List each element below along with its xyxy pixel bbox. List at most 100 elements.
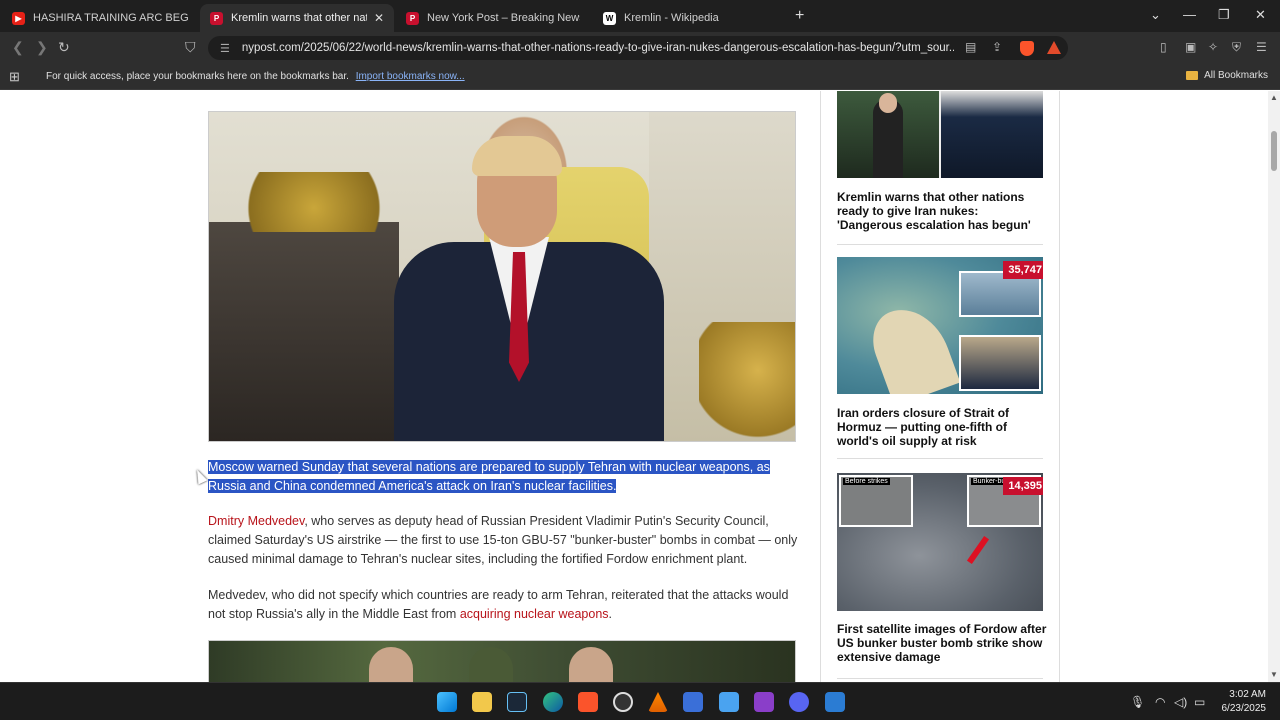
photo-person <box>569 647 613 682</box>
story-title[interactable]: First satellite images of Fordow after U… <box>837 622 1047 664</box>
nypost-icon: P <box>406 11 419 25</box>
back-icon[interactable]: ❮ <box>12 39 24 56</box>
reload-icon[interactable]: ↻ <box>58 39 70 56</box>
bookmark-icon[interactable]: ⛉ <box>185 39 196 56</box>
nypost-icon: P <box>210 11 223 25</box>
photo-gold-table <box>699 322 795 441</box>
related-stories-sidebar: Kremlin warns that other nations ready t… <box>820 91 1060 682</box>
scroll-up-icon[interactable]: ▲ <box>1270 93 1278 102</box>
clipchamp-icon[interactable] <box>754 692 774 712</box>
divider <box>837 458 1043 459</box>
thumb-figure-head <box>879 93 897 113</box>
story-thumbnail[interactable]: 35,747 <box>837 257 1043 394</box>
article-photo-2[interactable] <box>208 640 796 682</box>
wifi-icon[interactable]: ◠ <box>1155 695 1165 709</box>
file-explorer-icon[interactable] <box>472 692 492 712</box>
article-paragraph: Medvedev, who did not specify which coun… <box>208 586 798 624</box>
taskbar: 🎙 ◠ ◁) ▭ 3:02 AM 6/23/2025 <box>0 682 1280 720</box>
microsoft-store-icon[interactable] <box>683 692 703 712</box>
story-thumbnail[interactable]: Before strikes Bunker-bu 14,395 <box>837 473 1043 611</box>
divider <box>837 244 1043 245</box>
forward-icon[interactable]: ❯ <box>36 39 48 56</box>
reader-mode-icon[interactable]: ▤ <box>965 40 976 54</box>
volume-icon[interactable]: ◁) <box>1174 695 1187 709</box>
browser-toolbar: ❮ ❯ ↻ ⛉ ☰ nypost.com/2025/06/22/world-ne… <box>0 32 1280 64</box>
all-bookmarks-button[interactable]: All Bookmarks <box>1186 70 1268 81</box>
clock-time: 3:02 AM <box>1229 689 1266 700</box>
edge-icon[interactable] <box>543 692 563 712</box>
story-title[interactable]: Iran orders closure of Strait of Hormuz … <box>837 406 1047 448</box>
tab-youtube[interactable]: ▶ HASHIRA TRAINING ARC BEGINS!! | E <box>2 4 198 32</box>
word-icon[interactable] <box>825 692 845 712</box>
tab-title: HASHIRA TRAINING ARC BEGINS!! | E <box>33 12 188 24</box>
battery-icon[interactable]: ▭ <box>1194 695 1205 709</box>
obs-icon[interactable] <box>613 692 633 712</box>
article-photo[interactable] <box>208 111 796 442</box>
windows-start-icon[interactable] <box>437 692 457 712</box>
close-tab-icon[interactable]: ✕ <box>368 11 384 25</box>
apps-grid-icon[interactable]: ⊞ <box>9 69 20 85</box>
thumb-press-inset <box>959 335 1041 391</box>
photo-fireplace <box>209 222 399 441</box>
youtube-icon: ▶ <box>12 11 25 25</box>
tab-strip: ▶ HASHIRA TRAINING ARC BEGINS!! | E P Kr… <box>0 0 1280 32</box>
tab-wikipedia[interactable]: W Kremlin - Wikipedia <box>593 4 787 32</box>
share-icon[interactable]: ⇪ <box>992 40 1002 54</box>
thumb-before-inset: Before strikes <box>839 475 913 527</box>
paragraph-end: . <box>608 607 613 621</box>
import-bookmarks-link[interactable]: Import bookmarks now... <box>356 71 465 82</box>
thumb-right <box>941 91 1043 178</box>
notepad-icon[interactable] <box>719 692 739 712</box>
leo-ai-icon[interactable]: ✧ <box>1208 40 1218 54</box>
scroll-down-icon[interactable]: ▼ <box>1270 670 1278 679</box>
tab-search-chevron-icon[interactable]: ⌄ <box>1150 7 1161 23</box>
selected-text[interactable]: Moscow warned Sunday that several nation… <box>208 460 770 493</box>
address-bar[interactable]: ☰ nypost.com/2025/06/22/world-news/kreml… <box>208 36 1068 60</box>
thumb-coastline <box>863 297 961 394</box>
comment-count-badge[interactable]: 35,747 <box>1003 261 1043 279</box>
url-text[interactable]: nypost.com/2025/06/22/world-news/kremlin… <box>242 42 954 54</box>
story-title[interactable]: Kremlin warns that other nations ready t… <box>837 190 1047 232</box>
tab-nypost-home[interactable]: P New York Post – Breaking News, Top <box>396 4 590 32</box>
menu-icon[interactable]: ☰ <box>1256 40 1267 54</box>
tab-title: Kremlin - Wikipedia <box>624 12 719 24</box>
medvedev-link[interactable]: Dmitry Medvedev <box>208 514 304 528</box>
brave-shields-icon[interactable] <box>1020 41 1034 56</box>
thumb-strike-marker <box>966 535 990 565</box>
all-bookmarks-label: All Bookmarks <box>1204 70 1268 81</box>
bookmarks-prompt-text: For quick access, place your bookmarks h… <box>46 71 349 82</box>
clock-date: 6/23/2025 <box>1221 703 1267 714</box>
bookmarks-bar: ⊞ For quick access, place your bookmarks… <box>0 64 1280 90</box>
tab-kremlin-nypost[interactable]: P Kremlin warns that other nations ✕ <box>200 4 394 32</box>
mouse-cursor <box>192 467 208 485</box>
comment-count-badge[interactable]: 14,395 <box>1003 477 1043 495</box>
vpn-icon[interactable]: ⛨ <box>1232 40 1241 55</box>
divider <box>837 678 1043 679</box>
site-info-icon[interactable]: ☰ <box>220 42 230 55</box>
discord-icon[interactable] <box>789 692 809 712</box>
scrollbar[interactable]: ▲ ▼ <box>1268 91 1280 682</box>
microphone-icon[interactable]: 🎙 <box>1130 695 1145 709</box>
system-clock[interactable]: 3:02 AM 6/23/2025 <box>1222 688 1267 716</box>
photo-hair <box>472 136 562 176</box>
bookmarks-prompt: For quick access, place your bookmarks h… <box>46 71 465 82</box>
vlc-icon[interactable] <box>648 692 668 712</box>
minimize-icon[interactable]: — <box>1183 7 1196 22</box>
brave-rewards-icon[interactable] <box>1047 41 1061 54</box>
photo-person <box>469 647 513 682</box>
story-thumbnail[interactable] <box>837 91 1043 178</box>
before-label: Before strikes <box>843 478 890 485</box>
tab-title: Kremlin warns that other nations <box>231 12 367 24</box>
wallet-icon[interactable]: ▣ <box>1185 40 1196 54</box>
maximize-icon[interactable]: ❐ <box>1218 7 1230 23</box>
article-paragraph: Moscow warned Sunday that several nation… <box>208 458 798 496</box>
new-tab-icon[interactable]: + <box>795 7 804 25</box>
brave-browser-icon[interactable] <box>578 692 598 712</box>
scrollbar-thumb[interactable] <box>1271 131 1277 171</box>
after-label: Bunker-bu <box>971 478 1008 485</box>
close-window-icon[interactable]: ✕ <box>1255 7 1266 23</box>
nuclear-weapons-link[interactable]: acquiring nuclear weapons <box>460 607 609 621</box>
sidebar-toggle-icon[interactable]: ▯ <box>1160 40 1167 54</box>
steam-icon[interactable] <box>507 692 527 712</box>
folder-icon <box>1186 71 1199 80</box>
